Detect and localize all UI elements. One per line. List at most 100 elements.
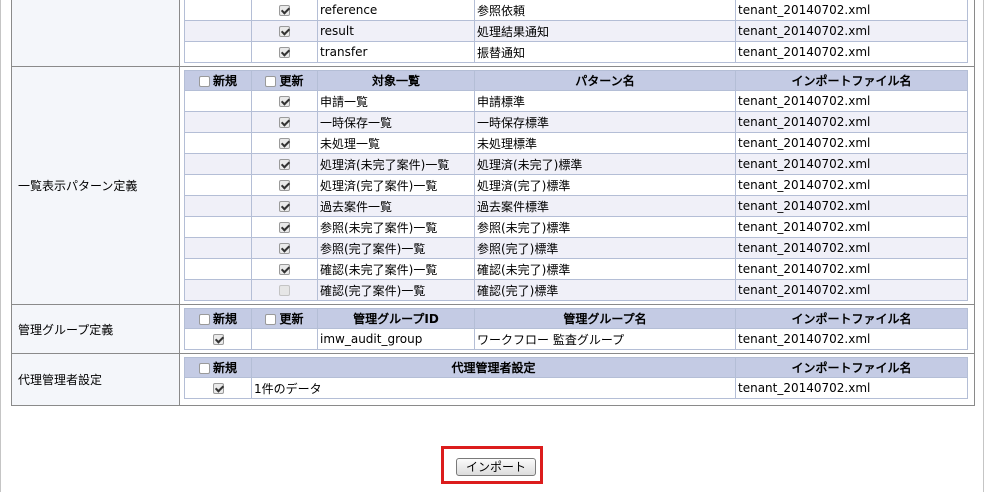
- update-checkbox[interactable]: [279, 26, 290, 37]
- file-cell: tenant_20140702.xml: [735, 174, 968, 196]
- notification-table: reference 参照依頼 tenant_20140702.xml resul…: [184, 0, 968, 63]
- new-cell: [184, 216, 252, 238]
- section-label: 一覧表示パターン定義: [11, 66, 180, 305]
- table-row: transfer 振替通知 tenant_20140702.xml: [184, 41, 968, 63]
- update-checkbox[interactable]: [279, 117, 290, 128]
- table-row: 1件のデータ tenant_20140702.xml: [184, 377, 968, 399]
- file-cell: tenant_20140702.xml: [735, 279, 968, 301]
- new-cell: [184, 153, 252, 175]
- update-checkbox[interactable]: [279, 159, 290, 170]
- pattern-cell: 一時保存標準: [474, 111, 736, 133]
- section-label: 管理グループ定義: [11, 304, 180, 354]
- update-checkbox[interactable]: [279, 222, 290, 233]
- import-button-highlight: インポート: [441, 446, 543, 484]
- select-all-update-checkbox[interactable]: [265, 76, 277, 87]
- update-checkbox[interactable]: [279, 264, 290, 275]
- import-button[interactable]: インポート: [456, 458, 536, 476]
- new-cell: [184, 279, 252, 301]
- section-label: 代理管理者設定: [11, 353, 180, 406]
- pattern-cell: 未処理標準: [474, 132, 736, 154]
- file-cell: tenant_20140702.xml: [735, 111, 968, 133]
- pattern-cell: 過去案件標準: [474, 195, 736, 217]
- target-cell: 過去案件一覧: [317, 195, 475, 217]
- table-row: 参照(未完了案件)一覧 参照(未完了)標準 tenant_20140702.xm…: [184, 216, 968, 238]
- new-header: 新規: [184, 70, 252, 91]
- new-checkbox[interactable]: [212, 334, 224, 345]
- new-cell: [184, 258, 252, 280]
- target-cell: 処理済(完了案件)一覧: [317, 174, 475, 196]
- pattern-cell: 確認(未完了)標準: [474, 258, 736, 280]
- select-all-new-checkbox[interactable]: [198, 314, 210, 325]
- new-cell: [184, 174, 252, 196]
- file-cell: tenant_20140702.xml: [735, 216, 968, 238]
- target-cell: 一時保存一覧: [317, 111, 475, 133]
- table-row: 申請一覧 申請標準 tenant_20140702.xml: [184, 90, 968, 112]
- table-row: 処理済(完了案件)一覧 処理済(完了)標準 tenant_20140702.xm…: [184, 174, 968, 196]
- table-row: 過去案件一覧 過去案件標準 tenant_20140702.xml: [184, 195, 968, 217]
- pattern-cell: 処理済(未完了)標準: [474, 153, 736, 175]
- file-cell: tenant_20140702.xml: [735, 41, 968, 63]
- update-checkbox[interactable]: [279, 243, 290, 254]
- admin-group-section: 管理グループ定義 新規 更新 管理グループID 管理グループ名 インポートファイ…: [11, 304, 975, 354]
- select-all-new-checkbox[interactable]: [198, 76, 210, 87]
- file-cell: tenant_20140702.xml: [735, 90, 968, 112]
- new-checkbox[interactable]: [212, 383, 224, 394]
- update-checkbox[interactable]: [279, 138, 290, 149]
- pattern-cell: 処理結果通知: [474, 20, 736, 42]
- update-checkbox[interactable]: [279, 96, 290, 107]
- group-id-cell: imw_audit_group: [317, 328, 475, 350]
- target-cell: 参照(完了案件)一覧: [317, 237, 475, 259]
- target-cell: 未処理一覧: [317, 132, 475, 154]
- file-cell: tenant_20140702.xml: [735, 20, 968, 42]
- table-row: 確認(未完了案件)一覧 確認(未完了)標準 tenant_20140702.xm…: [184, 258, 968, 280]
- pattern-cell: 振替通知: [474, 41, 736, 63]
- update-checkbox[interactable]: [279, 47, 290, 58]
- table-row: result 処理結果通知 tenant_20140702.xml: [184, 20, 968, 42]
- file-cell: tenant_20140702.xml: [735, 132, 968, 154]
- file-header: インポートファイル名: [735, 357, 968, 378]
- pattern-header: パターン名: [474, 70, 736, 91]
- pattern-cell: 確認(完了)標準: [474, 279, 736, 301]
- name-cell: reference: [317, 0, 475, 21]
- update-checkbox[interactable]: [279, 5, 290, 16]
- notification-section-label: [11, 0, 180, 67]
- update-checkbox[interactable]: [279, 180, 290, 191]
- file-cell: tenant_20140702.xml: [735, 0, 968, 21]
- file-cell: tenant_20140702.xml: [735, 153, 968, 175]
- new-cell: [184, 237, 252, 259]
- setting-header: 代理管理者設定: [251, 357, 736, 378]
- target-cell: 確認(未完了案件)一覧: [317, 258, 475, 280]
- table-row: 参照(完了案件)一覧 参照(完了)標準 tenant_20140702.xml: [184, 237, 968, 259]
- table-row: 処理済(未完了案件)一覧 処理済(未完了)標準 tenant_20140702.…: [184, 153, 968, 175]
- file-cell: tenant_20140702.xml: [735, 258, 968, 280]
- pattern-cell: 申請標準: [474, 90, 736, 112]
- group-id-header: 管理グループID: [317, 308, 475, 329]
- file-cell: tenant_20140702.xml: [735, 195, 968, 217]
- new-cell: [184, 132, 252, 154]
- new-cell: [184, 90, 252, 112]
- new-header: 新規: [184, 357, 252, 378]
- update-checkbox[interactable]: [279, 201, 290, 212]
- proxy-admin-table: 新規 代理管理者設定 インポートファイル名 1件のデータ tenant_2014…: [184, 357, 968, 399]
- new-cell: [184, 111, 252, 133]
- table-row: 一時保存一覧 一時保存標準 tenant_20140702.xml: [184, 111, 968, 133]
- table-row: 確認(完了案件)一覧 確認(完了)標準 tenant_20140702.xml: [184, 279, 968, 301]
- update-header: 更新: [251, 308, 318, 329]
- target-cell: 申請一覧: [317, 90, 475, 112]
- import-settings-table: reference 参照依頼 tenant_20140702.xml resul…: [11, 0, 975, 406]
- pattern-cell: 参照依頼: [474, 0, 736, 21]
- select-all-update-checkbox[interactable]: [265, 314, 277, 325]
- new-header: 新規: [184, 308, 252, 329]
- table-row: imw_audit_group ワークフロー 監査グループ tenant_201…: [184, 328, 968, 350]
- select-all-new-checkbox[interactable]: [198, 363, 210, 374]
- pattern-cell: 処理済(完了)標準: [474, 174, 736, 196]
- proxy-admin-section: 代理管理者設定 新規 代理管理者設定 インポートファイル名 1件のデータ ten…: [11, 353, 975, 406]
- name-cell: result: [317, 20, 475, 42]
- group-name-header: 管理グループ名: [474, 308, 736, 329]
- table-row: reference 参照依頼 tenant_20140702.xml: [184, 0, 968, 21]
- new-cell: [184, 20, 252, 42]
- new-cell: [184, 0, 252, 21]
- new-cell: [184, 41, 252, 63]
- update-checkbox[interactable]: [279, 285, 290, 296]
- file-cell: tenant_20140702.xml: [735, 328, 968, 350]
